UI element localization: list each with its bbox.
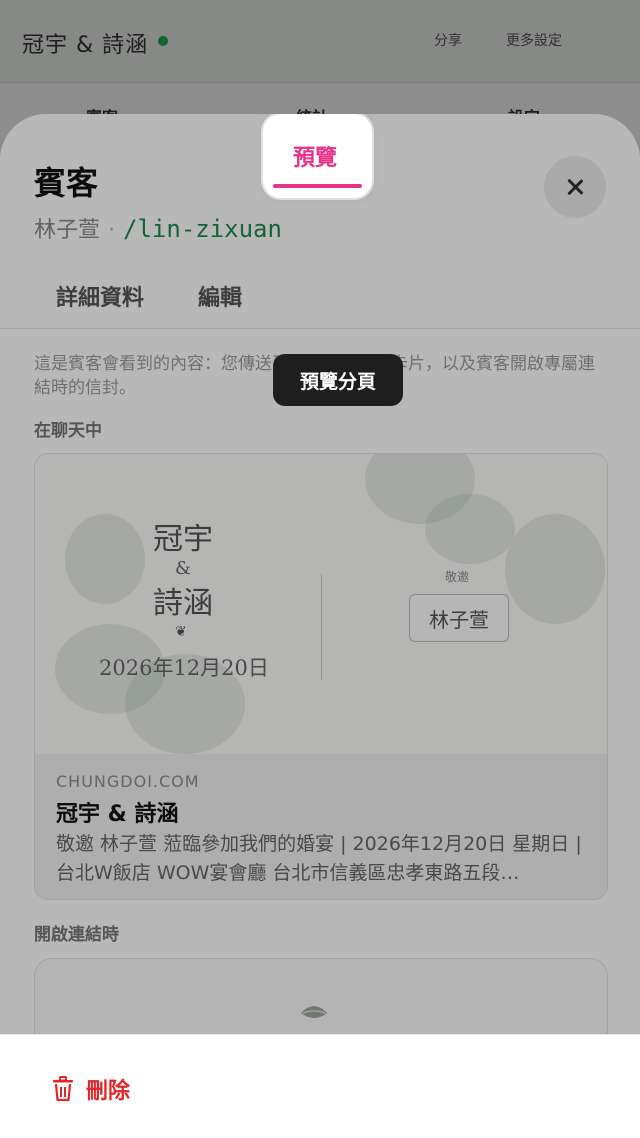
guest-name: 林子萱	[34, 218, 101, 243]
floral-decoration	[425, 494, 515, 564]
floral-decoration	[65, 514, 145, 604]
preview-tooltip: 預覽分頁	[273, 354, 403, 406]
couple-name-2: 詩涵	[153, 586, 213, 621]
trash-icon	[53, 1076, 73, 1102]
tab-details[interactable]: 詳細資料	[56, 280, 144, 312]
in-chat-label: 在聊天中	[34, 421, 102, 441]
link-domain: CHUNGDOI.COM	[56, 772, 200, 791]
link-description: 敬邀 林子萱 蒞臨參加我們的婚宴 | 2026年12月20日 星期日 | 台北W…	[56, 833, 582, 884]
couple-name-1: 冠宇	[153, 522, 213, 557]
invitation-image: 冠宇 & 詩涵 ❦ 2026年12月20日 敬邀 林子萱	[35, 454, 607, 754]
tab-preview[interactable]: 預覽	[263, 114, 372, 198]
tab-edit[interactable]: 編輯	[198, 280, 242, 312]
subtitle-separator: ·	[108, 218, 116, 243]
wedding-date: 2026年12月20日	[99, 656, 269, 680]
link-preview-card[interactable]: 冠宇 & 詩涵 ❦ 2026年12月20日 敬邀 林子萱 CHUNGDOI.CO…	[34, 453, 608, 900]
tab-active-indicator	[273, 184, 362, 188]
tab-preview-label: 預覽	[293, 146, 338, 171]
delete-button[interactable]: 刪除	[52, 1073, 130, 1105]
delete-label: 刪除	[86, 1079, 131, 1104]
leaf-icon	[301, 1006, 327, 1018]
close-button[interactable]	[544, 156, 606, 218]
ampersand: &	[175, 558, 192, 579]
guest-subtitle: 林子萱 · /lin-zixuan	[34, 212, 282, 244]
link-preview-body: CHUNGDOI.COM 冠宇 & 詩涵 敬邀 林子萱 蒞臨參加我們的婚宴 | …	[35, 754, 607, 899]
close-icon	[566, 178, 584, 196]
guest-sheet: 賓客 林子萱 ·/lin-zixuan 詳細資料 編輯 這是賓客會看到的內容：您傳…	[0, 114, 640, 1138]
link-title: 冠宇 & 詩涵	[56, 802, 179, 827]
on-open-label: 開啟連結時	[34, 925, 119, 945]
invite-label: 敬邀	[445, 570, 470, 584]
sheet-footer: 刪除	[0, 1034, 640, 1138]
guest-name-box: 林子萱	[409, 594, 509, 642]
sheet-title: 賓客	[34, 164, 99, 202]
guest-slug: /lin-zixuan	[123, 215, 282, 243]
card-divider	[321, 574, 322, 680]
sheet-tabs: 詳細資料 編輯	[0, 254, 640, 329]
floral-decoration	[505, 514, 605, 624]
ornament-icon: ❦	[175, 624, 187, 640]
